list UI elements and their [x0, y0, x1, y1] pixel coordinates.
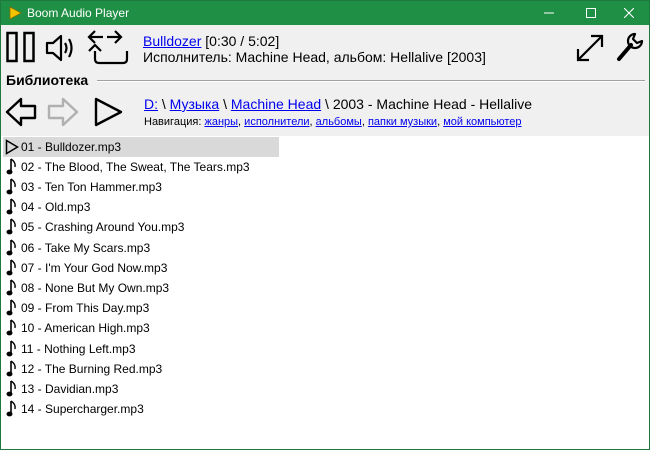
track-name: 09 - From This Day.mp3 [21, 301, 150, 316]
breadcrumb-separator: \ [321, 96, 333, 112]
track-row[interactable]: 01 - Bulldozer.mp3 [3, 136, 279, 157]
track-row[interactable]: 14 - Supercharger.mp3 [3, 399, 279, 419]
music-note-icon [3, 339, 20, 359]
track-name: 03 - Ten Ton Hammer.mp3 [21, 179, 162, 194]
library-separator [97, 80, 645, 82]
music-note-icon [3, 359, 20, 379]
music-note-icon [3, 197, 20, 217]
music-note-icon [3, 217, 20, 237]
music-note-icon [3, 157, 20, 177]
now-playing-icon [3, 137, 20, 157]
library-label: Библиотека [6, 72, 93, 88]
breadcrumb-separator: \ [158, 96, 170, 112]
forward-arrow-icon[interactable] [47, 97, 79, 127]
volume-icon[interactable] [45, 33, 77, 63]
navigation-links: Навигация: жанры, исполнители, альбомы, … [144, 116, 522, 128]
settings-wrench-icon[interactable] [615, 31, 645, 63]
track-name: 02 - The Blood, The Sweat, The Tears.mp3 [21, 159, 250, 174]
track-name: 12 - The Burning Red.mp3 [21, 361, 163, 376]
music-note-icon [3, 318, 20, 338]
track-row[interactable]: 07 - I'm Your God Now.mp3 [3, 258, 279, 278]
track-name: 04 - Old.mp3 [21, 200, 91, 215]
track-name: 10 - American High.mp3 [21, 321, 150, 336]
track-row[interactable]: 09 - From This Day.mp3 [3, 298, 279, 318]
close-button[interactable] [609, 1, 649, 25]
track-title-link[interactable]: Bulldozer [143, 33, 201, 49]
nav-link-my-computer[interactable]: мой компьютер [443, 116, 521, 128]
maximize-button[interactable] [571, 1, 611, 25]
player-panel: Bulldozer [0:30 / 5:02] Исполнитель: Mac… [1, 25, 649, 69]
fullscreen-icon[interactable] [575, 33, 605, 63]
library-navigation: D: \ Музыка \ Machine Head \ 2003 - Mach… [1, 89, 649, 135]
music-note-icon [3, 258, 20, 278]
breadcrumb-current: 2003 - Machine Head - Hellalive [332, 96, 533, 112]
music-note-icon [3, 379, 20, 399]
music-note-icon [3, 399, 20, 419]
track-name: 01 - Bulldozer.mp3 [21, 139, 122, 154]
nav-link-music-folders[interactable]: папки музыки [368, 116, 437, 128]
nav-link-artists[interactable]: исполнители [244, 116, 309, 128]
track-name: 14 - Supercharger.mp3 [21, 402, 144, 417]
breadcrumb-music[interactable]: Музыка [170, 96, 220, 112]
track-artist-album: Исполнитель: Machine Head, альбом: Hella… [143, 49, 486, 65]
minimize-button[interactable] [529, 1, 569, 25]
track-name: 06 - Take My Scars.mp3 [21, 240, 151, 255]
music-note-icon [3, 238, 20, 258]
nav-link-albums[interactable]: альбомы [316, 116, 362, 128]
back-arrow-icon[interactable] [5, 97, 37, 127]
track-name: 13 - Davidian.mp3 [21, 381, 119, 396]
track-row[interactable]: 02 - The Blood, The Sweat, The Tears.mp3 [3, 157, 279, 177]
track-name: 11 - Nothing Left.mp3 [21, 341, 136, 356]
track-row[interactable]: 13 - Davidian.mp3 [3, 379, 279, 399]
track-row[interactable]: 03 - Ten Ton Hammer.mp3 [3, 177, 279, 197]
pause-icon[interactable] [6, 31, 36, 63]
track-name: 05 - Crashing Around You.mp3 [21, 220, 185, 235]
track-row[interactable]: 06 - Take My Scars.mp3 [3, 238, 279, 258]
track-row[interactable]: 04 - Old.mp3 [3, 197, 279, 217]
maximize-icon [586, 8, 596, 18]
app-window: Boom Audio Player Bulldozer [0:30 / 5:02… [0, 0, 650, 450]
minimize-icon [544, 12, 554, 14]
breadcrumb-artist[interactable]: Machine Head [231, 96, 321, 112]
app-play-icon [9, 6, 22, 20]
track-row[interactable]: 12 - The Burning Red.mp3 [3, 359, 279, 379]
music-note-icon [3, 177, 20, 197]
play-icon[interactable] [93, 97, 123, 127]
breadcrumb: D: \ Музыка \ Machine Head \ 2003 - Mach… [144, 96, 532, 112]
title-bar[interactable]: Boom Audio Player [1, 1, 649, 25]
track-title-line: Bulldozer [0:30 / 5:02] [143, 33, 279, 49]
window-title: Boom Audio Player [27, 6, 130, 20]
track-row[interactable]: 11 - Nothing Left.mp3 [3, 339, 279, 359]
repeat-icon[interactable] [87, 29, 135, 67]
navigation-label: Навигация: [144, 116, 202, 128]
close-icon [624, 8, 634, 18]
track-list: 01 - Bulldozer.mp3 02 - The Blood, The Sw… [1, 136, 649, 449]
track-name: 07 - I'm Your God Now.mp3 [21, 260, 168, 275]
breadcrumb-separator: \ [219, 96, 231, 112]
track-row[interactable]: 10 - American High.mp3 [3, 318, 279, 338]
nav-link-genres[interactable]: жанры [204, 116, 238, 128]
track-name: 08 - None But My Own.mp3 [21, 280, 170, 295]
music-note-icon [3, 278, 20, 298]
track-time: [0:30 / 5:02] [205, 33, 280, 49]
breadcrumb-drive[interactable]: D: [144, 96, 158, 112]
track-row[interactable]: 05 - Crashing Around You.mp3 [3, 217, 279, 237]
music-note-icon [3, 298, 20, 318]
track-row[interactable]: 08 - None But My Own.mp3 [3, 278, 279, 298]
